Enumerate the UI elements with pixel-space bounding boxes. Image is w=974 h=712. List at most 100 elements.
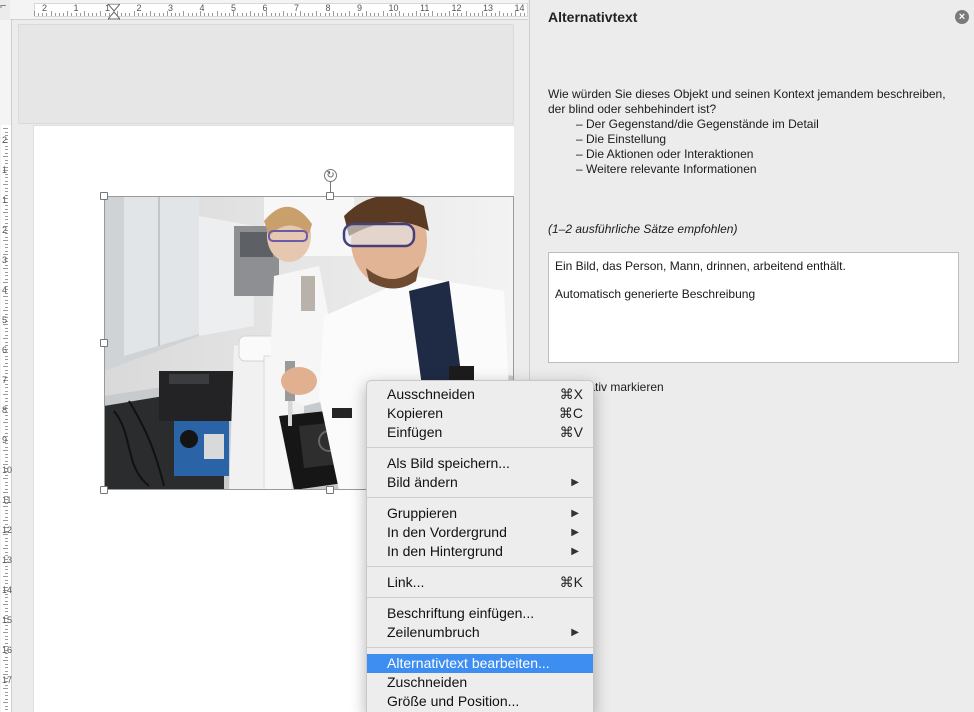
ruler-tick [320, 13, 322, 16]
ruler-tick [436, 13, 438, 16]
ruler-tick [5, 275, 8, 276]
ruler-tick [399, 11, 401, 16]
resize-handle-left[interactable] [100, 339, 108, 347]
menu-item-label: In den Vordergrund [387, 524, 507, 540]
context-menu: Ausschneiden ⌘X Kopieren ⌘C Einfügen ⌘V Als Bi… [366, 380, 594, 712]
ruler-tick [3, 450, 8, 451]
close-icon[interactable]: × [955, 10, 969, 24]
ruler-tick [5, 149, 8, 150]
menu-separator [367, 647, 593, 648]
ruler-tick [5, 460, 8, 462]
ruler-number: 4 [199, 3, 205, 13]
resize-handle-bottom[interactable] [326, 486, 334, 494]
ruler-number: 16 [2, 645, 13, 655]
ruler-tick [253, 13, 255, 16]
ruler-tick [469, 13, 471, 16]
ruler-number: 11 [420, 3, 430, 13]
ruler-tick [195, 13, 197, 16]
ruler-number: 5 [231, 3, 237, 13]
pane-intro: Wie würden Sie dieses Objekt und seinen … [548, 87, 946, 116]
ruler-tick [245, 13, 247, 16]
ruler-tick [133, 11, 135, 16]
ruler-tick [3, 394, 8, 395]
ruler-tick [486, 13, 488, 16]
ruler-tick [170, 13, 172, 16]
ruler-tick [270, 13, 272, 16]
alt-text-field[interactable]: Ein Bild, das Person, Mann, drinnen, arb… [548, 252, 959, 363]
ruler-number: 3 [2, 255, 8, 265]
ruler-number: 1 [2, 195, 8, 205]
ruler-tick [403, 13, 405, 16]
menu-item[interactable]: Beschriftung einfügen... [367, 604, 593, 623]
menu-separator [367, 597, 593, 598]
menu-item[interactable]: Kopieren ⌘C [367, 404, 593, 423]
ruler-tick [407, 13, 409, 16]
menu-item[interactable]: Als Bild speichern... [367, 454, 593, 473]
ruler-tick [146, 13, 148, 16]
ruler-tick [440, 13, 442, 16]
ruler-tick [104, 13, 106, 16]
ruler-number: 13 [2, 555, 13, 565]
ruler-tick [5, 205, 8, 206]
ruler-tick [283, 11, 284, 16]
ruler-tick [378, 13, 380, 16]
menu-item[interactable]: In den Vordergrund ▶ [367, 523, 593, 542]
menu-item[interactable]: Zuschneiden [367, 673, 593, 692]
sentence-hint: (1–2 ausführliche Sätze empfohlen) [548, 222, 738, 236]
ruler-number: 12 [451, 3, 462, 13]
ruler-number: 17 [2, 675, 13, 685]
ruler-tick [3, 492, 8, 493]
ruler-tick [312, 13, 314, 16]
menu-item[interactable]: In den Hintergrund ▶ [367, 542, 593, 561]
ruler-tick [5, 639, 8, 640]
menu-item[interactable]: Ausschneiden ⌘X [367, 385, 593, 404]
ruler-tick [490, 13, 492, 16]
menu-item[interactable]: Bild ändern ▶ [367, 473, 593, 492]
ruler-tick [3, 506, 8, 507]
ruler-tick [5, 236, 8, 238]
resize-handle-top[interactable] [326, 192, 334, 200]
ruler-tick [5, 355, 8, 357]
ruler-tick [5, 611, 8, 612]
rotate-handle-icon[interactable]: ↻ [324, 169, 337, 182]
menu-item[interactable]: Alternativtext bearbeiten... [367, 654, 593, 673]
ruler-tick [328, 13, 330, 16]
ruler-number: 8 [2, 405, 8, 415]
ruler-tick [71, 13, 73, 16]
ruler-tick [5, 544, 8, 546]
ruler-tick [204, 13, 206, 16]
ruler-tick [3, 296, 8, 297]
menu-item[interactable]: Link... ⌘K [367, 573, 593, 592]
menu-item[interactable]: Zeilenumbruch ▶ [367, 623, 593, 642]
resize-handle-bottom-left[interactable] [100, 486, 108, 494]
pane-bullet-list: – Der Gegenstand/die Gegenstände im Deta… [576, 117, 958, 177]
ruler-tick [523, 13, 525, 16]
menu-item[interactable]: Gruppieren ▶ [367, 504, 593, 523]
menu-item[interactable]: Größe und Position... [367, 692, 593, 711]
ruler-tick [461, 13, 463, 16]
ruler-tick [5, 145, 8, 147]
horizontal-ruler[interactable]: ⌐ 2 1 1 2 3 4 5 6 7 8 9 10 11 12 13 14 [0, 0, 528, 22]
ruler-tick [87, 13, 89, 16]
ruler-tick [5, 695, 8, 696]
ruler-tick [162, 13, 164, 16]
ruler-number: 10 [2, 465, 13, 475]
menu-shortcut: ⌘V [559, 424, 583, 440]
ruler-tick [38, 13, 40, 16]
resize-handle-top-left[interactable] [100, 192, 108, 200]
ruler-tick [75, 13, 77, 16]
tab-stop-selector-icon[interactable]: ⌐ [0, 0, 10, 20]
ruler-tick [3, 422, 8, 423]
ruler-tick [303, 13, 305, 16]
ruler-number: 10 [388, 3, 399, 13]
vertical-ruler[interactable]: 2 1 1 2 3 4 5 6 7 8 9 10 11 12 13 14 15 16 17 [0, 20, 12, 712]
ruler-tick [361, 13, 363, 16]
ruler-tick [42, 13, 44, 16]
ruler-tick [3, 576, 8, 577]
menu-item[interactable]: Einfügen ⌘V [367, 423, 593, 442]
ruler-tick [96, 13, 98, 16]
ruler-tick [473, 13, 475, 16]
ruler-tick [249, 11, 251, 16]
ruler-tick [5, 429, 8, 430]
ruler-tick [465, 11, 467, 16]
